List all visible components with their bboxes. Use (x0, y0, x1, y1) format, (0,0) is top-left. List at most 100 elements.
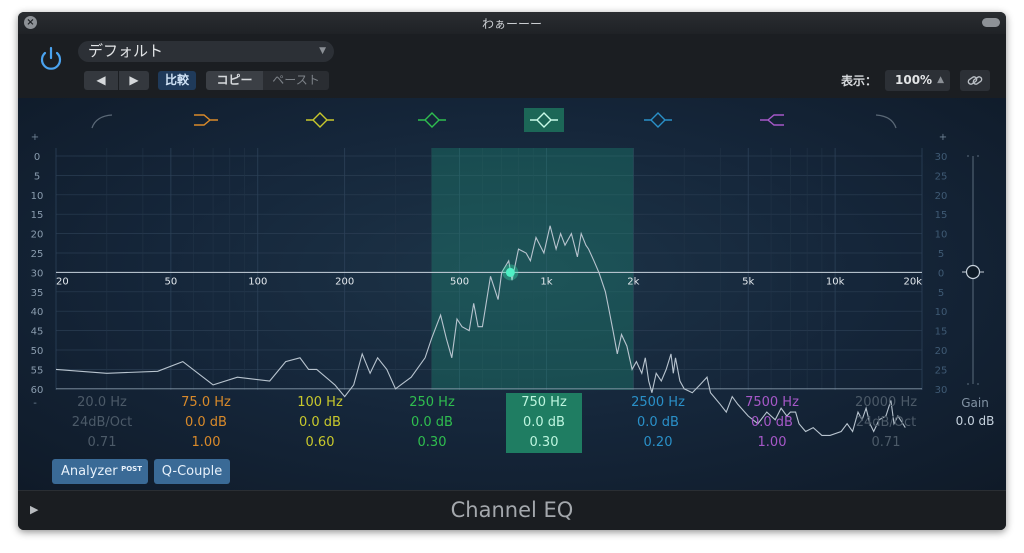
band-5-params[interactable]: 750 Hz 0.0 dB 0.30 (506, 393, 582, 453)
next-preset-button[interactable]: ▶ (119, 71, 149, 90)
copy-button[interactable]: コピー (206, 71, 263, 90)
left-scale-label: 5 (34, 171, 40, 182)
compare-button[interactable]: 比較 (158, 71, 196, 90)
updown-icon: ▲ (937, 75, 944, 85)
left-scale-label: 0 (34, 152, 40, 163)
band-freq[interactable]: 2500 Hz (608, 393, 708, 413)
right-scale-label: 0 (938, 268, 944, 279)
band-freq[interactable]: 100 Hz (270, 393, 370, 413)
band-freq[interactable]: 20000 Hz (836, 393, 936, 413)
band-gain[interactable]: 0.0 dB (722, 413, 822, 433)
selected-band-highlight[interactable] (431, 148, 634, 390)
right-scale-label: 30 (935, 385, 948, 396)
band-freq[interactable]: 7500 Hz (722, 393, 822, 413)
right-scale-label: 5 (938, 288, 944, 299)
right-plus-label: + (939, 132, 947, 143)
window-title: わぁーーー (481, 17, 542, 31)
band-gain[interactable]: 0.0 dB (156, 413, 256, 433)
band-q[interactable]: 0.30 (382, 433, 482, 453)
freq-label: 20 (56, 276, 69, 287)
band-q[interactable]: 0.71 (52, 433, 152, 453)
left-scale-label: 20 (31, 230, 44, 241)
band-8-params[interactable]: 20000 Hz 24dB/Oct 0.71 (836, 393, 936, 453)
high-cut-icon[interactable] (875, 114, 897, 129)
bell-icon[interactable] (306, 112, 334, 128)
gain-slider-knob[interactable] (965, 264, 981, 280)
zoom-value: 100% (895, 73, 933, 87)
band-gain[interactable]: 0.0 dB (506, 413, 582, 433)
bell-icon[interactable] (644, 112, 672, 128)
analyzer-label: Analyzer (61, 464, 118, 479)
band-3-params[interactable]: 100 Hz 0.0 dB 0.60 (270, 393, 370, 453)
band-1-params[interactable]: 20.0 Hz 24dB/Oct 0.71 (52, 393, 152, 453)
analyzer-post-badge: POST (121, 465, 142, 473)
freq-label: 200 (335, 276, 354, 287)
right-scale-label: 20 (935, 346, 948, 357)
band-q[interactable]: 1.00 (156, 433, 256, 453)
high-shelf-icon[interactable] (760, 114, 784, 126)
plugin-window: × わぁーーー デフォルト ▼ ◀ ▶ 比較 コピー ペースト 表示： 100%… (18, 12, 1006, 530)
plugin-name: Channel EQ (450, 498, 574, 522)
band-freq[interactable]: 75.0 Hz (156, 393, 256, 413)
eq-display[interactable]: + + -0 5 10 15 20 25 30 35 40 45 50 55 60 30 25 20 15 10 5 0 5… (18, 98, 1006, 490)
window-pill-icon[interactable] (982, 18, 1000, 27)
band-4-params[interactable]: 250 Hz 0.0 dB 0.30 (382, 393, 482, 453)
band-node-750[interactable] (505, 267, 515, 277)
analyzer-button[interactable]: Analyzer POST (52, 459, 148, 484)
band-gain[interactable]: 24dB/Oct (836, 413, 936, 433)
band-q[interactable]: 0.71 (836, 433, 936, 453)
gain-label: Gain (961, 396, 989, 410)
q-couple-button[interactable]: Q-Couple (154, 459, 230, 484)
band-gain[interactable]: 0.0 dB (270, 413, 370, 433)
title-bar: × わぁーーー (18, 12, 1006, 34)
band-q[interactable]: 0.20 (608, 433, 708, 453)
paste-button[interactable]: ペースト (263, 71, 329, 90)
right-scale-label: 25 (935, 365, 948, 376)
freq-label: 5k (742, 276, 754, 287)
band-7-params[interactable]: 7500 Hz 0.0 dB 1.00 (722, 393, 822, 453)
freq-label: 10k (826, 276, 845, 287)
gain-slider[interactable] (962, 155, 984, 385)
band-freq[interactable]: 750 Hz (506, 393, 582, 413)
left-plus-label: + (31, 132, 39, 143)
right-scale-label: 15 (935, 327, 948, 338)
chevron-down-icon: ▼ (319, 46, 326, 56)
band-gain[interactable]: 0.0 dB (382, 413, 482, 433)
bell-icon[interactable] (418, 112, 446, 128)
left-scale-label: 60 (31, 385, 44, 396)
right-scale-label: 5 (938, 249, 944, 260)
plugin-footer: ▶ Channel EQ (18, 490, 1006, 530)
band-q[interactable]: 0.60 (270, 433, 370, 453)
band-q[interactable]: 1.00 (722, 433, 822, 453)
low-cut-icon[interactable] (91, 114, 113, 129)
low-shelf-icon[interactable] (194, 114, 218, 126)
zoom-selector[interactable]: 100% ▲ (885, 70, 950, 91)
left-scale-label: 30 (31, 268, 44, 279)
right-scale-label: 10 (935, 230, 948, 241)
band-q[interactable]: 0.30 (506, 433, 582, 453)
band-freq[interactable]: 250 Hz (382, 393, 482, 413)
right-scale-label: 10 (935, 307, 948, 318)
band-gain[interactable]: 24dB/Oct (52, 413, 152, 433)
band-2-params[interactable]: 75.0 Hz 0.0 dB 1.00 (156, 393, 256, 453)
freq-label: 1k (540, 276, 552, 287)
right-scale-label: 30 (935, 152, 948, 163)
freq-label: 2k (627, 276, 639, 287)
toolbar: デフォルト ▼ ◀ ▶ 比較 コピー ペースト 表示： 100% ▲ (18, 34, 1006, 98)
band-6-params[interactable]: 2500 Hz 0.0 dB 0.20 (608, 393, 708, 453)
band-freq[interactable]: 20.0 Hz (52, 393, 152, 413)
previous-preset-button[interactable]: ◀ (84, 71, 118, 90)
left-scale-label: 25 (31, 249, 44, 260)
left-scale-label: 35 (31, 288, 44, 299)
preset-selector[interactable]: デフォルト ▼ (78, 41, 334, 62)
left-scale-label: 40 (31, 307, 44, 318)
right-scale-label: 20 (935, 191, 948, 202)
band-gain[interactable]: 0.0 dB (608, 413, 708, 433)
power-icon[interactable] (36, 44, 66, 74)
gain-value[interactable]: 0.0 dB (953, 414, 997, 428)
right-scale-label: 15 (935, 210, 948, 221)
link-icon[interactable] (960, 70, 990, 91)
left-minus-label: - (33, 398, 37, 409)
left-scale-label: 45 (31, 327, 44, 338)
freq-label: 500 (450, 276, 469, 287)
